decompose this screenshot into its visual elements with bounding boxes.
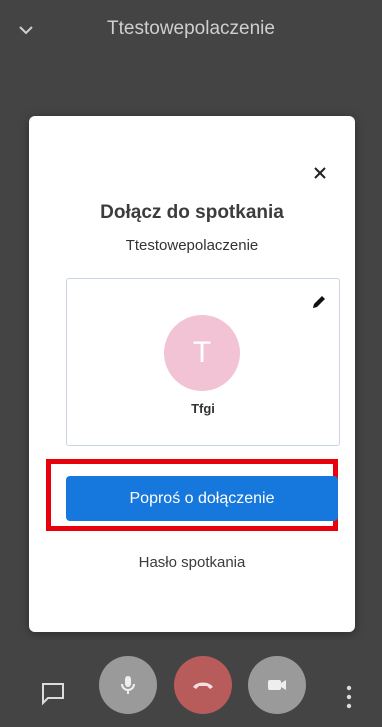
- meeting-password-link[interactable]: Hasło spotkania: [29, 554, 355, 571]
- close-icon[interactable]: [311, 164, 329, 182]
- call-controls: [0, 640, 382, 727]
- meeting-title: Ttestowepolaczenie: [107, 18, 275, 39]
- ask-to-join-button[interactable]: Poproś o dołączenie: [66, 476, 338, 521]
- top-bar: Ttestowepolaczenie: [0, 0, 382, 60]
- profile-card: T Tfgi: [66, 278, 340, 446]
- camera-icon: [268, 680, 286, 690]
- pencil-icon[interactable]: [311, 294, 327, 310]
- hangup-button[interactable]: [174, 656, 232, 714]
- chat-icon[interactable]: [40, 680, 66, 706]
- more-vertical-icon[interactable]: [343, 684, 355, 710]
- dialog-title: Dołącz do spotkania: [100, 202, 284, 223]
- camera-button[interactable]: [248, 656, 306, 714]
- avatar: T: [164, 315, 240, 391]
- mute-button[interactable]: [99, 656, 157, 714]
- display-name: Tfgi: [191, 401, 215, 416]
- dialog-meeting-name: Ttestowepolaczenie: [125, 237, 259, 254]
- join-meeting-dialog: Dołącz do spotkania Ttestowepolaczenie T…: [29, 116, 355, 632]
- microphone-icon: [121, 676, 135, 694]
- hangup-icon: [193, 682, 213, 689]
